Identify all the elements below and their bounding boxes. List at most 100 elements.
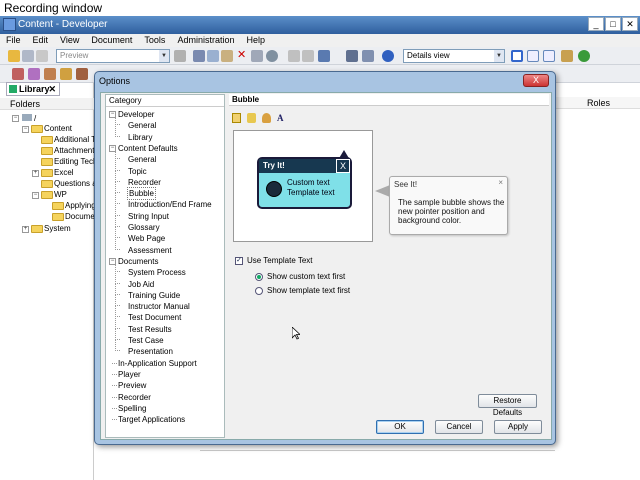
menu-tools[interactable]: Tools [138, 34, 171, 47]
view-mode-combo[interactable]: Details view ▼ [403, 49, 505, 63]
tree-item-attachments[interactable]: Attachments [54, 145, 94, 156]
category-item-documents[interactable]: Documents [118, 256, 158, 267]
spelling-icon[interactable] [362, 50, 374, 62]
category-item-topic[interactable]: Topic [128, 166, 147, 177]
new-package-icon[interactable] [76, 68, 88, 80]
details-view-icon[interactable] [511, 50, 523, 62]
menu-file[interactable]: File [0, 34, 27, 47]
copy-icon[interactable] [207, 50, 219, 62]
expand-icon[interactable]: + [22, 226, 29, 233]
apply-button[interactable]: Apply [494, 420, 542, 434]
help-icon[interactable] [382, 50, 394, 62]
category-item-in-application-support[interactable]: In-Application Support [118, 358, 197, 369]
see-it-title: See It! [394, 180, 418, 189]
new-topic-icon[interactable] [44, 68, 56, 80]
category-item-recorder[interactable]: Recorder [128, 177, 161, 188]
category-item-general[interactable]: General [128, 120, 156, 131]
delete-icon[interactable]: ✕ [237, 50, 249, 62]
category-item-training-guide[interactable]: Training Guide [128, 290, 180, 301]
paste-icon[interactable] [221, 50, 233, 62]
cancel-button[interactable]: Cancel [435, 420, 483, 434]
folder-icon [31, 225, 43, 233]
menu-administration[interactable]: Administration [171, 34, 240, 47]
category-item-test-results[interactable]: Test Results [128, 324, 172, 335]
properties-icon[interactable] [251, 50, 263, 62]
dialog-close-button[interactable]: X [523, 74, 549, 87]
menu-view[interactable]: View [54, 34, 85, 47]
category-item-library[interactable]: Library [128, 132, 152, 143]
tree-item-applying[interactable]: Applying F [65, 200, 94, 211]
cut-icon[interactable] [193, 50, 205, 62]
category-item-assessment[interactable]: Assessment [128, 245, 172, 256]
category-item-web-page[interactable]: Web Page [128, 233, 165, 244]
binoculars-icon[interactable] [346, 50, 358, 62]
category-item-preview[interactable]: Preview [118, 380, 146, 391]
close-tab-icon[interactable]: ✕ [48, 83, 56, 95]
category-item-target-applications[interactable]: Target Applications [118, 414, 185, 425]
category-item-bubble[interactable]: Bubble [127, 187, 156, 201]
show-template-first-radio[interactable] [255, 287, 263, 295]
see-it-close-icon[interactable]: × [498, 178, 503, 187]
category-item-player[interactable]: Player [118, 369, 141, 380]
menu-document[interactable]: Document [85, 34, 138, 47]
menu-edit[interactable]: Edit [27, 34, 55, 47]
category-item-system-process[interactable]: System Process [128, 267, 186, 278]
tree-item-content[interactable]: Content [44, 123, 94, 134]
category-item-spelling[interactable]: Spelling [118, 403, 146, 414]
tree-item-questions[interactable]: Questions and [54, 178, 94, 189]
new-section-icon[interactable] [28, 68, 40, 80]
category-item-test-case[interactable]: Test Case [128, 335, 164, 346]
library-tab[interactable]: Library ✕ [6, 82, 60, 96]
category-item-job-aid[interactable]: Job Aid [128, 279, 154, 290]
expand-icon[interactable]: − [22, 126, 29, 133]
category-item-introduction-end-frame[interactable]: Introduction/End Frame [128, 199, 212, 210]
font-icon[interactable]: A [277, 113, 286, 123]
list-view-icon[interactable] [543, 50, 555, 62]
category-item-test-document[interactable]: Test Document [128, 312, 181, 323]
menu-help[interactable]: Help [240, 34, 271, 47]
expand-icon[interactable]: − [12, 115, 19, 122]
category-item-presentation[interactable]: Presentation [128, 346, 173, 357]
new-module-icon[interactable] [12, 68, 24, 80]
pointer-icon[interactable] [247, 113, 256, 123]
expand-icon[interactable]: + [32, 170, 39, 177]
category-item-glossary[interactable]: Glossary [128, 222, 160, 233]
redo-icon[interactable] [302, 50, 314, 62]
restore-defaults-button[interactable]: Restore Defaults [478, 394, 537, 417]
tree-item-wp[interactable]: WP [54, 189, 94, 200]
preview-combo[interactable]: Preview ▼ [56, 49, 170, 63]
expand-icon[interactable]: − [32, 192, 39, 199]
use-template-text-checkbox[interactable]: ✓ [235, 257, 243, 265]
minimize-button[interactable]: _ [588, 17, 604, 31]
ok-button[interactable]: OK [376, 420, 424, 434]
bubble-icon-icon[interactable] [232, 113, 241, 123]
publish-icon[interactable] [561, 50, 573, 62]
category-item-string-input[interactable]: String Input [128, 211, 169, 222]
new-web-page-icon[interactable] [60, 68, 72, 80]
open-icon[interactable] [8, 50, 20, 62]
tree-item-system[interactable]: System [44, 223, 94, 234]
close-button[interactable]: ✕ [622, 17, 638, 31]
category-item-content-defaults[interactable]: Content Defaults [118, 143, 178, 154]
category-item-general[interactable]: General [128, 154, 156, 165]
category-item-instructor-manual[interactable]: Instructor Manual [128, 301, 190, 312]
undo-icon[interactable] [288, 50, 300, 62]
tree-item-editing-techniques[interactable]: Editing Techni [54, 156, 94, 167]
find-icon[interactable] [266, 50, 278, 62]
link-icon[interactable] [318, 50, 330, 62]
show-custom-first-radio[interactable] [255, 273, 263, 281]
roles-column-header[interactable]: Roles [555, 97, 640, 109]
tree-item-excel[interactable]: Excel [54, 167, 94, 178]
category-item-developer[interactable]: Developer [118, 109, 154, 120]
tree-item-additional-topics[interactable]: Additional Top [54, 134, 94, 145]
tree-connector [115, 306, 120, 318]
split-view-icon[interactable] [527, 50, 539, 62]
print-icon[interactable] [36, 50, 48, 62]
refresh-icon[interactable] [578, 50, 590, 62]
tree-item-document[interactable]: Document [65, 211, 94, 222]
category-item-recorder[interactable]: Recorder [118, 392, 151, 403]
save-icon[interactable] [22, 50, 34, 62]
fill-color-icon[interactable] [262, 113, 271, 123]
stop-icon[interactable] [174, 50, 186, 62]
maximize-button[interactable]: □ [605, 17, 621, 31]
